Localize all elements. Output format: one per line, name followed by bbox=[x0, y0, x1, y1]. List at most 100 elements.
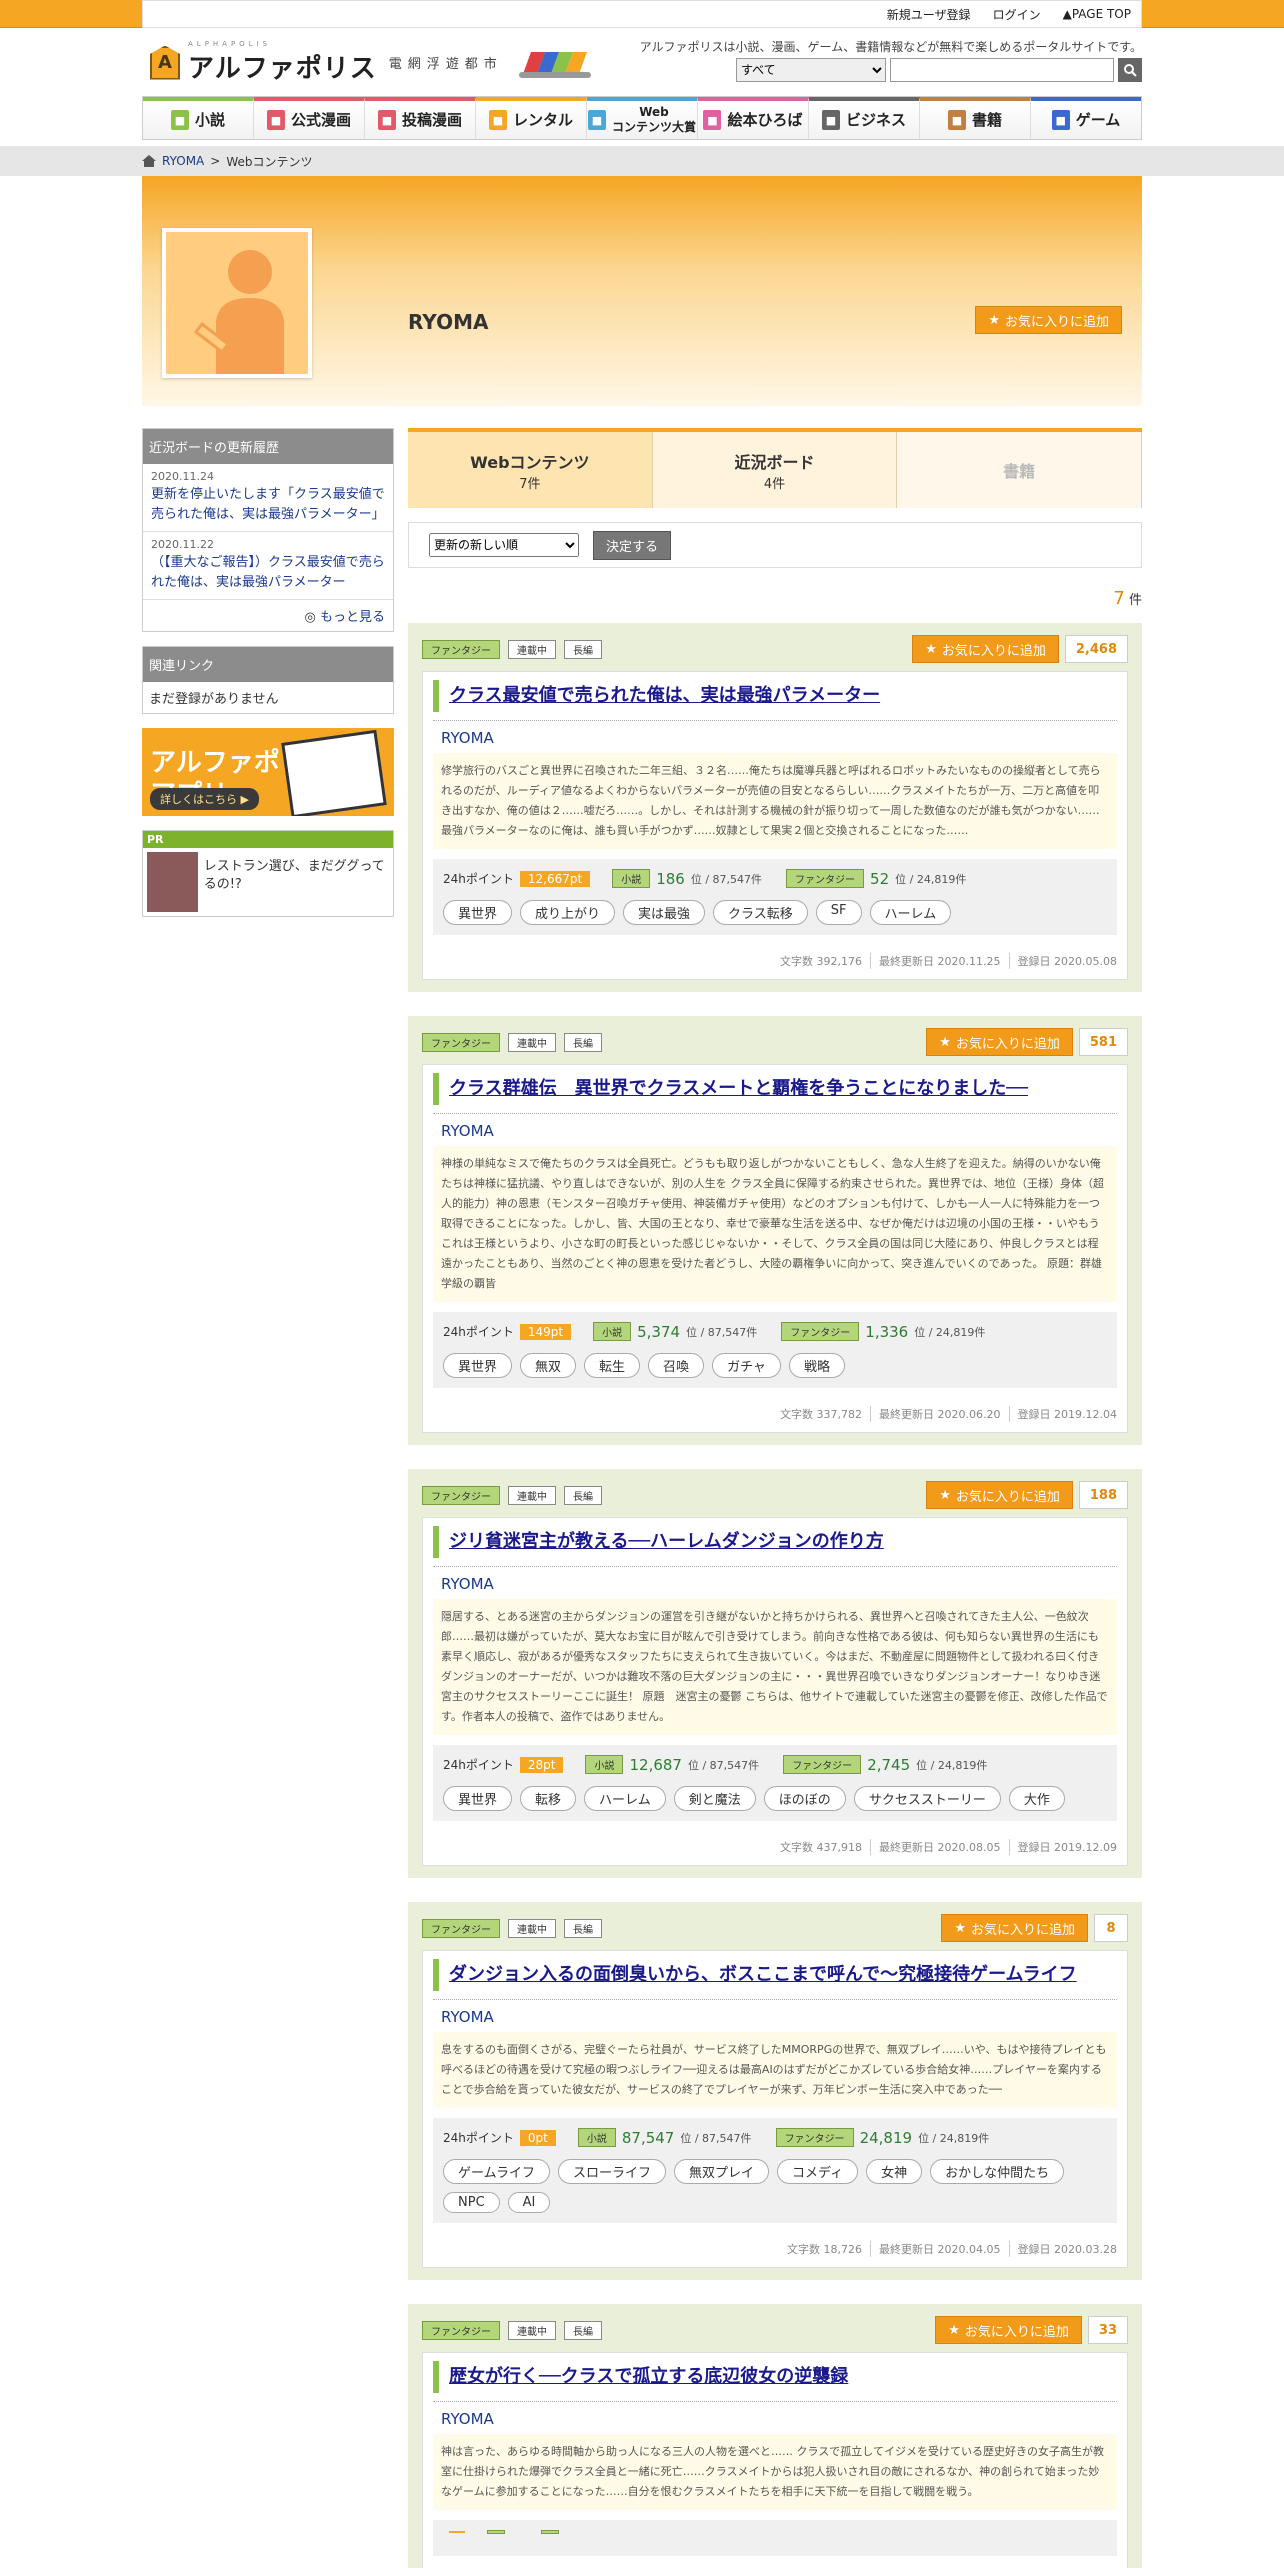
tag-chip[interactable]: SF bbox=[815, 900, 862, 925]
status-label: 連載中 bbox=[508, 1032, 556, 1052]
card-title-link[interactable]: 歴女が行く──クラスで孤立する底辺彼女の逆襲録 bbox=[449, 2366, 848, 2387]
site-logo[interactable]: A ALPHAPOLIS アルファポリス 電網浮遊都市 bbox=[150, 40, 593, 85]
breadcrumb-user[interactable]: RYOMA bbox=[162, 154, 204, 168]
card-title-link[interactable]: ダンジョン入るの面倒臭いから、ボスここまで呼んで〜究極接待ゲームライフ bbox=[449, 1964, 1077, 1985]
tag-chip[interactable]: サクセスストーリー bbox=[853, 1786, 1001, 1811]
breadcrumb: RYOMA > Webコンテンツ bbox=[142, 146, 1142, 176]
search-input[interactable] bbox=[890, 58, 1114, 82]
card-title-link[interactable]: クラス最安値で売られた俺は、実は最強パラメーター bbox=[449, 685, 880, 706]
tag-chip[interactable]: スローライフ bbox=[557, 2159, 666, 2184]
tag-chip[interactable]: 剣と魔法 bbox=[673, 1786, 756, 1811]
last-updated: 最終更新日 2020.08.05 bbox=[870, 1839, 1001, 1855]
genre-label[interactable]: ファンタジー bbox=[422, 1032, 500, 1052]
links-empty: まだ登録がありません bbox=[149, 692, 279, 707]
card-favorite-button[interactable]: ★ お気に入りに追加 bbox=[941, 1914, 1088, 1942]
tag-chip[interactable]: ゲームライフ bbox=[443, 2159, 550, 2184]
app-banner[interactable]: アルファポリスの アプリ 詳しくはこちら ▶ bbox=[142, 728, 394, 816]
card-favorite-button[interactable]: ★ お気に入りに追加 bbox=[926, 1481, 1073, 1509]
rank-genre-label: ファンタジー bbox=[783, 1755, 862, 1774]
tag-chip[interactable]: ハーレム bbox=[584, 1786, 666, 1811]
card-title: クラス群雄伝 異世界でクラスメートと覇権を争うことになりました── bbox=[433, 1073, 1117, 1105]
nav-item-novel[interactable]: ■ 小説 bbox=[143, 97, 254, 139]
registered-date: 登録日 2019.12.04 bbox=[1008, 1406, 1117, 1422]
tag-chip[interactable]: 戦略 bbox=[788, 1353, 845, 1378]
sort-submit-button[interactable]: 決定する bbox=[593, 530, 672, 560]
card-favorite-button[interactable]: ★ お気に入りに追加 bbox=[935, 2316, 1082, 2344]
card-title-link[interactable]: ジリ貧迷宮主が教える──ハーレムダンジョンの作り方 bbox=[449, 1531, 884, 1552]
logo-books-icon bbox=[518, 48, 593, 78]
tag-chip[interactable]: 実は最強 bbox=[623, 900, 706, 925]
tab-label: 書籍 bbox=[1003, 462, 1036, 481]
login-link[interactable]: ログイン bbox=[993, 6, 1041, 23]
favorite-label: お気に入りに追加 bbox=[955, 1036, 1060, 1052]
card-author[interactable]: RYOMA bbox=[433, 1999, 1117, 2032]
nav-item-picture-book[interactable]: ■ 絵本ひろば bbox=[698, 97, 809, 139]
pr-box[interactable]: PR レストラン選び、まだググってるの!? bbox=[142, 830, 394, 917]
card-author[interactable]: RYOMA bbox=[433, 720, 1117, 753]
nav-item-web-contents-award[interactable]: ■ Web コンテンツ大賞 bbox=[587, 97, 698, 139]
nav-item-rental[interactable]: ■ レンタル bbox=[476, 97, 587, 139]
tag-chip[interactable]: 転移 bbox=[520, 1786, 577, 1811]
more-link[interactable]: ◎ もっと見る bbox=[143, 600, 393, 631]
history-item[interactable]: 2020.11.24 更新を停止いたします「クラス最安値で売られた俺は、実は最強… bbox=[143, 464, 393, 532]
search-category-select[interactable]: すべて bbox=[736, 58, 886, 82]
card-favorite-button[interactable]: ★ お気に入りに追加 bbox=[926, 1028, 1073, 1056]
genre-label[interactable]: ファンタジー bbox=[422, 639, 500, 659]
tab-web-contents[interactable]: Webコンテンツ 7件 bbox=[408, 432, 653, 508]
tag-chip[interactable]: 異世界 bbox=[443, 1353, 513, 1378]
tag-chip[interactable]: ほのぼの bbox=[763, 1786, 846, 1811]
tag-chip[interactable]: 成り上がり bbox=[520, 900, 616, 925]
tag-chip[interactable]: ガチャ bbox=[712, 1353, 781, 1378]
tag-chip[interactable]: 転生 bbox=[584, 1353, 641, 1378]
history-text[interactable]: （【重大なご報告】）クラス最安値で売られた俺は、実は最強パラメーター bbox=[151, 553, 385, 593]
tag-chip[interactable]: 異世界 bbox=[443, 900, 513, 925]
tag-chip[interactable]: 無双プレイ bbox=[673, 2159, 769, 2184]
sort-select[interactable]: 更新の新しい順 bbox=[429, 533, 579, 557]
home-icon[interactable] bbox=[142, 155, 156, 167]
favorite-count: 33 bbox=[1087, 2316, 1128, 2344]
tag-chip[interactable]: 異世界 bbox=[443, 1786, 513, 1811]
nav-item-label: レンタル bbox=[512, 110, 573, 129]
tag-chip[interactable]: 無双 bbox=[520, 1353, 577, 1378]
card-author[interactable]: RYOMA bbox=[433, 1113, 1117, 1146]
profile-favorite-button[interactable]: ★ お気に入りに追加 bbox=[975, 306, 1122, 334]
search-button[interactable] bbox=[1118, 58, 1142, 82]
card-title-link[interactable]: クラス群雄伝 異世界でクラスメートと覇権を争うことになりました── bbox=[449, 1078, 1028, 1099]
length-label: 長編 bbox=[564, 2320, 602, 2340]
tag-chip[interactable]: NPC bbox=[443, 2192, 500, 2213]
tag-chip[interactable]: クラス転移 bbox=[713, 900, 808, 925]
history-item[interactable]: 2020.11.22 （【重大なご報告】）クラス最安値で売られた俺は、実は最強パ… bbox=[143, 532, 393, 600]
tag-chip[interactable]: おかしな仲間たち bbox=[930, 2159, 1065, 2184]
page-top-link[interactable]: ▲PAGE TOP bbox=[1063, 7, 1131, 21]
app-banner-button[interactable]: 詳しくはこちら ▶ bbox=[150, 788, 259, 810]
rank-value: 87,547 bbox=[621, 2128, 675, 2147]
genre-label[interactable]: ファンタジー bbox=[422, 1485, 500, 1505]
tag-chip[interactable]: 大作 bbox=[1008, 1786, 1065, 1811]
profile-header: RYOMA ★ お気に入りに追加 bbox=[142, 176, 1142, 406]
rank-genre-label: ファンタジー bbox=[786, 869, 865, 888]
register-link[interactable]: 新規ユーザ登録 bbox=[887, 6, 971, 23]
tag-chip[interactable]: AI bbox=[507, 2192, 551, 2213]
tag-chip[interactable]: 召喚 bbox=[648, 1353, 705, 1378]
tag-chip[interactable]: 女神 bbox=[866, 2159, 923, 2184]
tag-chip[interactable]: コメディ bbox=[777, 2159, 859, 2184]
genre-label[interactable]: ファンタジー bbox=[422, 2320, 500, 2340]
pr-text[interactable]: レストラン選び、まだググってるの!? bbox=[204, 852, 389, 912]
points-label: 24hポイント bbox=[443, 2131, 514, 2145]
nav-item-books[interactable]: ■ 書籍 bbox=[920, 97, 1031, 139]
nav-item-posted-manga[interactable]: ■ 投稿漫画 bbox=[365, 97, 476, 139]
nav-item-business[interactable]: ■ ビジネス bbox=[809, 97, 920, 139]
card-author[interactable]: RYOMA bbox=[433, 1566, 1117, 1599]
card-author[interactable]: RYOMA bbox=[433, 2401, 1117, 2434]
tab-status-board[interactable]: 近況ボード 4件 bbox=[653, 432, 898, 508]
stats-row: 24hポイント 12,667pt 小説 186 位 / 87,547件 ファンタ… bbox=[443, 869, 1107, 888]
genre-label[interactable]: ファンタジー bbox=[422, 1918, 500, 1938]
nav-item-game[interactable]: ■ ゲーム bbox=[1031, 97, 1141, 139]
card-labels: ファンタジー 連載中 長編 bbox=[422, 1032, 602, 1052]
rank-total: 位 / 87,547件 bbox=[680, 2131, 752, 2145]
star-icon: ★ bbox=[939, 1487, 951, 1503]
history-text[interactable]: 更新を停止いたします「クラス最安値で売られた俺は、実は最強パラメーター」 bbox=[151, 485, 385, 525]
nav-item-official-manga[interactable]: ■ 公式漫画 bbox=[254, 97, 365, 139]
card-favorite-button[interactable]: ★ お気に入りに追加 bbox=[912, 635, 1059, 663]
tag-chip[interactable]: ハーレム bbox=[869, 900, 952, 925]
